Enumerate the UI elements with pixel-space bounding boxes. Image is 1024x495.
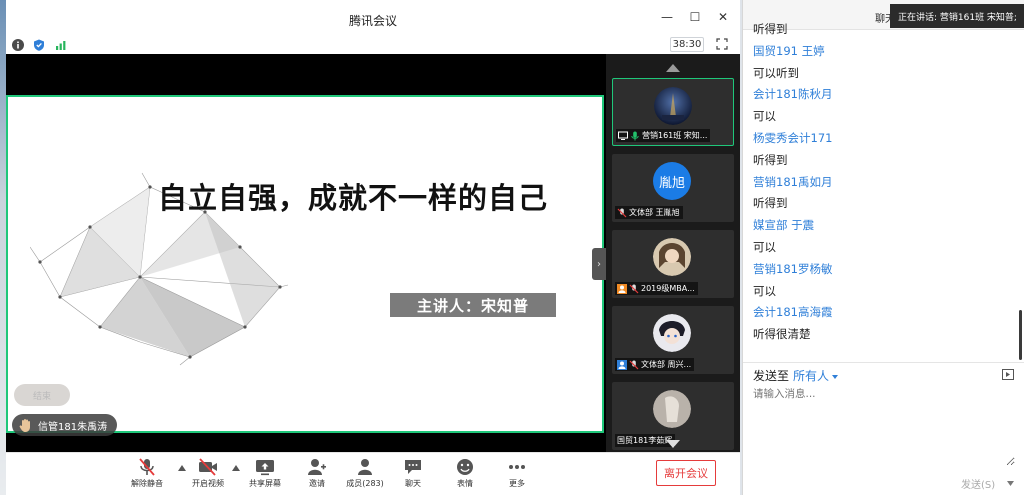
mic-muted-icon — [629, 284, 639, 293]
window-title: 腾讯会议 — [348, 14, 397, 28]
close-icon[interactable]: ✕ — [716, 10, 730, 24]
chevron-down-icon[interactable] — [1007, 481, 1014, 486]
raised-hand-badge: 信管181朱禹涛 — [12, 414, 118, 436]
chat-panel: 聊天 听得到 国贸191 王婷 可以听到 会计181陈秋月 可以 杨雯秀会计171 听得到营… — [742, 0, 1024, 495]
emoji-icon — [457, 459, 473, 475]
emoji-button[interactable]: 表情 — [438, 458, 492, 489]
tile-label: 2019级MBA... — [615, 282, 698, 295]
speaker-label: 主讲人：宋知普 — [390, 293, 556, 317]
unmute-button[interactable]: 解除静音 — [120, 458, 174, 489]
send-button[interactable]: 发送(S) — [961, 476, 995, 491]
info-icon[interactable] — [12, 39, 24, 51]
chat-icon — [405, 460, 421, 474]
file-icon[interactable] — [1002, 369, 1014, 380]
chat-message-list[interactable]: 听得到 国贸191 王婷 可以听到 会计181陈秋月 可以 杨雯秀会计171 听得到 营销18… — [753, 19, 1015, 346]
chat-sender-name[interactable]: 国贸191 王婷 — [753, 41, 1015, 63]
shared-screen-area: 自立自强，成就不一样的自己 主讲人：宋知普 结束 信管181朱禹涛 › — [6, 54, 606, 452]
chat-sender-name[interactable]: 媒宣部 于震 — [753, 215, 1015, 237]
tile-label: 文体部 周兴... — [615, 358, 695, 371]
chat-message-text: 可以 — [753, 283, 776, 298]
send-to-target[interactable]: 所有人 — [793, 369, 829, 383]
share-screen-button[interactable]: 共享屏幕 — [238, 458, 292, 489]
avatar — [653, 390, 691, 428]
tile-label: 文体部 王胤旭 — [615, 206, 683, 219]
start-video-button[interactable]: 开启视频 — [181, 458, 235, 489]
leave-meeting-button[interactable]: 离开会议 — [656, 460, 716, 486]
hand-raise-pill-label: 结束 — [32, 391, 51, 402]
chat-message-text: 可以 — [753, 239, 776, 254]
collapse-gallery-button[interactable]: › — [592, 248, 606, 280]
chat-sender-name[interactable]: 会计181高海霞 — [753, 302, 1015, 324]
members-icon — [358, 459, 372, 475]
video-off-icon — [199, 458, 217, 476]
hand-icon — [19, 419, 30, 432]
mic-muted-icon — [629, 360, 639, 369]
gallery-scroll-down-icon[interactable] — [666, 440, 680, 448]
window-controls: — ☐ ✕ — [660, 10, 730, 24]
chat-message-text: 听得很清楚 — [753, 327, 811, 342]
chat-message-input[interactable] — [753, 386, 1015, 466]
screen-share-icon — [618, 131, 628, 140]
video-tile[interactable]: 2019级MBA... — [612, 230, 734, 298]
share-screen-icon — [256, 460, 274, 476]
mic-muted-icon — [617, 208, 627, 217]
tile-label: 营销161班 宋知... — [616, 129, 711, 142]
chat-sender-name[interactable]: 营销181罗杨敏 — [753, 259, 1015, 281]
video-tile[interactable]: 胤旭 文体部 王胤旭 — [612, 154, 734, 222]
chat-scrollbar[interactable] — [1019, 310, 1022, 360]
slide-title: 自立自强，成就不一样的自己 — [158, 181, 549, 215]
signal-icon[interactable] — [55, 39, 67, 51]
invite-icon — [308, 459, 326, 475]
more-button[interactable]: 更多 — [490, 458, 544, 489]
avatar — [653, 314, 691, 352]
video-tile[interactable]: 文体部 周兴... — [612, 306, 734, 374]
video-gallery: 营销161班 宋知... 胤旭 文体部 王胤旭 2019级MBA... 文体部 … — [606, 54, 740, 452]
video-tile[interactable]: 营销161班 宋知... — [612, 78, 734, 146]
avatar — [653, 238, 691, 276]
user-icon — [617, 283, 627, 294]
mic-muted-icon — [139, 458, 155, 476]
mic-active-icon — [631, 131, 639, 140]
chat-message-text: 可以听到 — [753, 65, 799, 80]
members-button[interactable]: 成员(283) — [338, 458, 392, 489]
chevron-down-icon — [832, 374, 839, 379]
chat-button[interactable]: 聊天 — [386, 458, 440, 489]
title-bar: 腾讯会议 — ☐ ✕ — [6, 0, 740, 36]
more-icon — [509, 465, 525, 469]
chat-sender-name[interactable]: 杨雯秀会计171 — [753, 128, 1015, 150]
meeting-timer: 38:30 — [670, 37, 704, 52]
avatar: 胤旭 — [653, 162, 691, 200]
info-bar: 38:30 — [6, 36, 740, 54]
invite-button[interactable]: 邀请 — [290, 458, 344, 489]
speaking-indicator: 正在讲话: 营销161班 宋知普; — [890, 4, 1024, 28]
fullscreen-icon[interactable] — [716, 38, 728, 50]
chat-sender-name[interactable]: 会计181陈秋月 — [753, 84, 1015, 106]
send-to-label: 发送至 — [753, 369, 790, 383]
chat-sender-name[interactable]: 营销181禹如月 — [753, 172, 1015, 194]
user-icon — [617, 359, 627, 370]
chat-message-text: 听得到 — [753, 152, 788, 167]
meeting-toolbar: 解除静音 开启视频 共享屏幕 邀请 成员(283) 聊天 表情 更多 离开会议 — [6, 452, 740, 495]
meeting-window: 腾讯会议 — ☐ ✕ 38:30 自立自强，成就不一样的自己 主讲人：宋知普 结… — [6, 0, 740, 495]
hand-raise-pill[interactable]: 结束 — [14, 384, 70, 406]
chevron-right-icon: › — [597, 258, 601, 270]
chat-message-text: 听得到 — [753, 196, 788, 211]
shield-icon[interactable] — [33, 39, 45, 51]
gallery-scroll-up-icon[interactable] — [666, 64, 680, 72]
chat-divider — [743, 362, 1024, 363]
maximize-icon[interactable]: ☐ — [688, 10, 702, 24]
avatar — [654, 87, 692, 125]
raised-hand-name: 信管181朱禹涛 — [38, 421, 108, 433]
minimize-icon[interactable]: — — [660, 10, 674, 24]
chat-message-text: 可以 — [753, 109, 776, 124]
presentation-slide: 自立自强，成就不一样的自己 主讲人：宋知普 — [6, 95, 604, 433]
send-to-selector[interactable]: 发送至 所有人 — [753, 367, 839, 384]
